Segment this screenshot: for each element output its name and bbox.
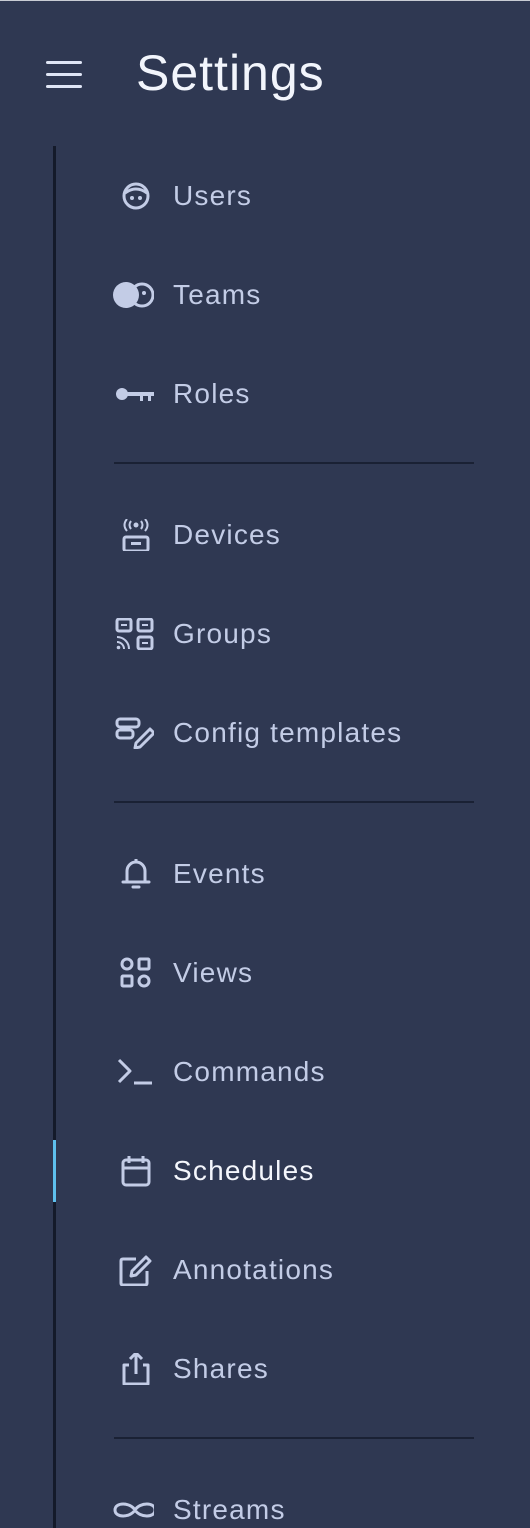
nav-item-views[interactable]: Views bbox=[100, 943, 500, 1003]
device-group-icon bbox=[106, 618, 154, 650]
divider bbox=[114, 1437, 474, 1439]
user-face-icon bbox=[106, 180, 154, 212]
nav-item-label: Streams bbox=[173, 1494, 286, 1525]
nav-item-config-templates[interactable]: Config templates bbox=[100, 703, 500, 763]
nav-item-streams[interactable]: Streams bbox=[100, 1480, 500, 1528]
nav-item-users[interactable]: Users bbox=[100, 166, 500, 226]
nav-item-shares[interactable]: Shares bbox=[100, 1339, 500, 1399]
hamburger-menu-icon[interactable] bbox=[44, 59, 84, 91]
terminal-prompt-icon bbox=[106, 1056, 154, 1088]
page-title: Settings bbox=[136, 45, 325, 101]
nav-item-roles[interactable]: Roles bbox=[100, 364, 500, 424]
divider bbox=[114, 801, 474, 803]
nav-item-label: Views bbox=[173, 957, 254, 988]
infinity-icon bbox=[106, 1494, 154, 1526]
team-faces-icon bbox=[106, 279, 154, 311]
nav-item-groups[interactable]: Groups bbox=[100, 604, 500, 664]
nav-item-label: Roles bbox=[173, 378, 251, 409]
nav-item-label: Commands bbox=[173, 1056, 326, 1087]
share-upload-icon bbox=[106, 1353, 154, 1385]
broadcast-device-icon bbox=[106, 519, 154, 551]
settings-panel: Settings Users Teams Roles Devices Group… bbox=[0, 0, 530, 1528]
nav-item-teams[interactable]: Teams bbox=[100, 265, 500, 325]
nav-item-label: Config templates bbox=[173, 717, 403, 748]
active-indicator bbox=[53, 1140, 56, 1202]
nav-item-commands[interactable]: Commands bbox=[100, 1042, 500, 1102]
nav-item-label: Teams bbox=[173, 279, 262, 310]
nav-item-devices[interactable]: Devices bbox=[100, 505, 500, 565]
edit-note-icon bbox=[106, 1254, 154, 1286]
nav-item-annotations[interactable]: Annotations bbox=[100, 1240, 500, 1300]
settings-header: Settings bbox=[0, 1, 530, 141]
key-icon bbox=[106, 378, 154, 410]
views-shapes-icon bbox=[106, 957, 154, 989]
nav-item-label: Devices bbox=[173, 519, 281, 550]
nav-item-label: Shares bbox=[173, 1353, 269, 1384]
nav-item-label: Groups bbox=[173, 618, 273, 649]
config-template-pen-icon bbox=[106, 717, 154, 749]
calendar-icon bbox=[106, 1155, 154, 1187]
nav-item-label: Annotations bbox=[173, 1254, 335, 1285]
bell-icon bbox=[106, 858, 154, 890]
nav-item-schedules[interactable]: Schedules bbox=[100, 1141, 500, 1201]
nav-rail bbox=[53, 146, 56, 1528]
nav-item-label: Events bbox=[173, 858, 266, 889]
nav-item-label: Schedules bbox=[173, 1155, 315, 1186]
nav-item-events[interactable]: Events bbox=[100, 844, 500, 904]
divider bbox=[114, 462, 474, 464]
nav-item-label: Users bbox=[173, 180, 253, 211]
